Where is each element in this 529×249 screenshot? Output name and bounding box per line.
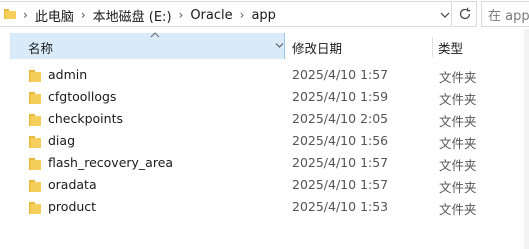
file-row[interactable]: oradata 2025/4/10 1:57 文件夹 <box>0 174 529 196</box>
file-row[interactable]: product 2025/4/10 1:53 文件夹 <box>0 196 529 218</box>
file-row[interactable]: diag 2025/4/10 1:56 文件夹 <box>0 130 529 152</box>
folder-icon <box>29 70 41 82</box>
chevron-right-icon[interactable]: › <box>81 8 86 22</box>
address-bar: › 此电脑 › 本地磁盘 (E:) › Oracle › app 在 app <box>0 0 529 29</box>
folder-icon <box>29 92 41 104</box>
file-name: product <box>48 199 97 214</box>
file-list: admin 2025/4/10 1:57 文件夹 cfgtoollogs 2025/4/… <box>0 64 529 218</box>
file-type: 文件夹 <box>439 158 477 173</box>
folder-icon <box>29 202 41 214</box>
chevron-down-icon[interactable] <box>440 11 450 19</box>
column-date-header[interactable]: 修改日期 <box>292 38 342 57</box>
file-name: flash_recovery_area <box>48 155 174 170</box>
sort-ascending-icon <box>150 32 160 38</box>
file-name: oradata <box>48 177 97 192</box>
file-row[interactable]: checkpoints 2025/4/10 2:05 文件夹 <box>0 108 529 130</box>
address-box[interactable]: › 此电脑 › 本地磁盘 (E:) › Oracle › app <box>0 1 452 27</box>
file-date: 2025/4/10 1:53 <box>292 199 389 214</box>
file-date: 2025/4/10 1:57 <box>292 177 389 192</box>
file-name: checkpoints <box>48 111 123 126</box>
column-header: 名称 修改日期 类型 <box>10 32 529 59</box>
chevron-right-icon[interactable]: › <box>179 8 184 22</box>
file-date: 2025/4/10 1:59 <box>292 89 389 104</box>
column-name-header[interactable]: 名称 <box>10 32 285 59</box>
file-type: 文件夹 <box>439 202 477 217</box>
folder-icon <box>4 9 16 19</box>
column-name-label: 名称 <box>28 41 54 56</box>
file-type: 文件夹 <box>439 92 477 107</box>
file-name: admin <box>48 67 88 82</box>
file-date: 2025/4/10 1:57 <box>292 67 389 82</box>
column-type-header[interactable]: 类型 <box>438 38 463 57</box>
file-date: 2025/4/10 2:05 <box>292 111 389 126</box>
breadcrumb-app[interactable]: app <box>251 8 275 23</box>
breadcrumb-this-pc[interactable]: 此电脑 <box>35 6 74 25</box>
file-row[interactable]: flash_recovery_area 2025/4/10 1:57 文件夹 <box>0 152 529 174</box>
refresh-button[interactable] <box>453 1 477 27</box>
file-type: 文件夹 <box>439 114 477 129</box>
breadcrumb-local-disk[interactable]: 本地磁盘 (E:) <box>93 6 172 25</box>
folder-icon <box>29 158 41 170</box>
folder-icon <box>29 136 41 148</box>
file-type: 文件夹 <box>439 180 477 195</box>
file-name: cfgtoollogs <box>48 89 117 104</box>
chevron-down-icon[interactable] <box>275 42 284 49</box>
chevron-right-icon[interactable]: › <box>23 8 28 22</box>
file-date: 2025/4/10 1:56 <box>292 133 389 148</box>
breadcrumb: › 此电脑 › 本地磁盘 (E:) › Oracle › app <box>16 2 276 28</box>
file-name: diag <box>48 133 76 148</box>
file-type: 文件夹 <box>439 70 477 85</box>
folder-icon <box>29 180 41 192</box>
search-input[interactable]: 在 app <box>481 1 529 27</box>
breadcrumb-oracle[interactable]: Oracle <box>190 8 232 23</box>
chevron-right-icon[interactable]: › <box>240 8 245 22</box>
file-date: 2025/4/10 1:57 <box>292 155 389 170</box>
folder-icon <box>29 114 41 126</box>
column-divider[interactable] <box>432 37 433 57</box>
file-row[interactable]: cfgtoollogs 2025/4/10 1:59 文件夹 <box>0 86 529 108</box>
vertical-scrollbar[interactable] <box>524 29 529 249</box>
file-type: 文件夹 <box>439 136 477 151</box>
refresh-icon <box>459 7 470 20</box>
file-row[interactable]: admin 2025/4/10 1:57 文件夹 <box>0 64 529 86</box>
